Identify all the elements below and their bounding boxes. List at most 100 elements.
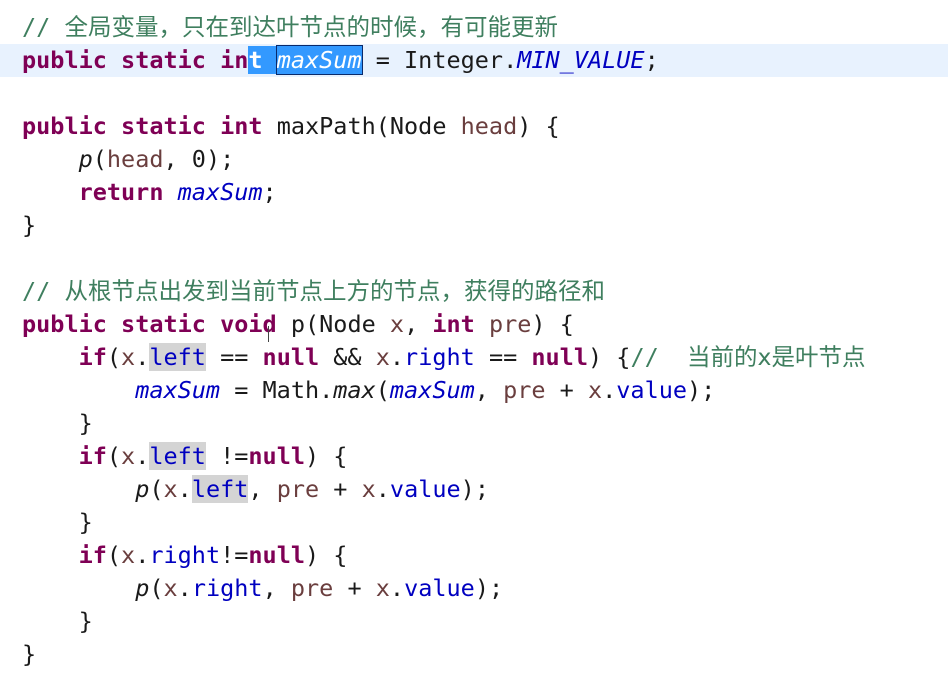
code-line-18: p(x.right, pre + x.value); — [135, 574, 504, 602]
param-x: x — [587, 376, 603, 404]
param-x: x — [121, 541, 136, 569]
code-line-17: if(x.right!=null) { — [78, 541, 348, 569]
field-right: right — [404, 343, 475, 371]
code-text: + — [319, 475, 362, 503]
code-text: ( — [92, 145, 107, 173]
keyword-int: int — [220, 112, 263, 140]
code-line-11: if(x.left == null && x.right == null) {/… — [78, 343, 866, 371]
code-text: , — [248, 475, 277, 503]
field-left-occurrence: left — [191, 475, 249, 503]
code-text: ; — [644, 46, 659, 74]
field-left-occurrence: left — [149, 442, 206, 470]
code-text: ) { — [305, 442, 348, 470]
code-text: ) { — [531, 310, 574, 338]
code-line-4: public static int maxPath(Node head) { — [22, 110, 560, 143]
param-x: x — [361, 475, 376, 503]
code-line-5: p(head, 0); — [22, 143, 235, 176]
code-text: ( — [149, 574, 164, 602]
code-editor[interactable]: // 全局变量，只在到达叶节点的时候，有可能更新 public static i… — [0, 0, 948, 691]
code-text: ( — [375, 376, 390, 404]
keyword-null: null — [531, 343, 588, 371]
code-line-13: } — [22, 407, 93, 440]
code-line-9: // 从根节点出发到当前节点上方的节点，获得的路径和 — [22, 275, 605, 308]
code-line-12: maxSum = Math.max(maxSum, pre + x.value)… — [135, 376, 716, 404]
code-text: ); — [687, 376, 716, 404]
code-text: != — [220, 541, 249, 569]
code-text: ( — [106, 541, 122, 569]
keyword-int: in — [220, 46, 249, 74]
code-line-1: // 全局变量，只在到达叶节点的时候，有可能更新 — [22, 11, 558, 44]
field-value: value — [616, 376, 688, 404]
keyword-static: static — [121, 46, 206, 74]
keyword-void: voi — [220, 310, 263, 338]
code-text: ); — [460, 475, 489, 503]
code-text: == — [474, 343, 532, 371]
code-text: != — [205, 442, 249, 470]
code-text: ; — [262, 178, 277, 206]
code-text: } — [78, 607, 93, 635]
method-call-p: p — [78, 145, 93, 173]
param-x: x — [163, 475, 178, 503]
code-text: ( — [149, 475, 164, 503]
code-line-19: } — [22, 605, 93, 638]
method-call-p: p — [135, 475, 150, 503]
comment-text: 从根节点出发到当前节点上方的节点，获得的路径和 — [64, 277, 605, 305]
code-line-6: return maxSum; — [22, 176, 277, 209]
method-call-p: p — [135, 574, 150, 602]
comment-slashes: // — [630, 343, 659, 371]
code-text: } — [78, 508, 93, 536]
code-text: = Integer. — [361, 46, 518, 74]
code-text: + — [333, 574, 376, 602]
param-pre: pre — [276, 475, 320, 503]
method-signature: p(Node — [290, 310, 390, 338]
comment-text: 当前的x是叶节点 — [687, 343, 866, 371]
field-right: right — [149, 541, 221, 569]
keyword-public: public — [22, 310, 107, 338]
param-x: x — [121, 442, 136, 470]
mouse-ibeam-cursor — [268, 326, 269, 342]
keyword-int: int — [432, 310, 475, 338]
method-call-max: max — [333, 376, 376, 404]
keyword-null: null — [262, 343, 320, 371]
code-line-16: } — [22, 506, 93, 539]
keyword-if: if — [78, 343, 107, 371]
param-pre: pre — [290, 574, 334, 602]
comment-slashes: // — [22, 277, 51, 305]
param-x: x — [163, 574, 178, 602]
method-signature: maxPath(Node — [276, 112, 461, 140]
static-field-maxsum: maxSum — [135, 376, 221, 404]
keyword-static: static — [121, 112, 206, 140]
field-left-occurrence: left — [149, 343, 206, 371]
code-line-10: public static void p(Node x, int pre) { — [22, 308, 574, 341]
keyword-if: if — [78, 541, 107, 569]
field-value: value — [389, 475, 461, 503]
param-x: x — [389, 310, 405, 338]
code-text: = Math. — [220, 376, 334, 404]
code-line-14: if(x.left !=null) { — [78, 442, 348, 470]
code-text: ) { — [517, 112, 560, 140]
param-pre: pre — [503, 376, 546, 404]
code-text: && — [319, 343, 376, 371]
code-line-15: p(x.left, pre + x.value); — [135, 475, 489, 503]
keyword-return: return — [78, 178, 164, 206]
param-pre: pre — [488, 310, 532, 338]
code-text: == — [205, 343, 263, 371]
code-line-7: } — [22, 209, 36, 242]
param-head: head — [106, 145, 164, 173]
code-text: } — [78, 409, 93, 437]
code-text: , 0); — [163, 145, 235, 173]
code-line-20: } — [22, 638, 36, 671]
code-text: } — [22, 640, 37, 668]
param-head: head — [460, 112, 518, 140]
keyword-if: if — [78, 442, 107, 470]
keyword-null: null — [248, 541, 305, 569]
code-line-2: public static int maxSum = Integer.MIN_V… — [22, 44, 659, 77]
param-x: x — [375, 574, 390, 602]
static-field-min-value: MIN_VALUE — [517, 46, 645, 74]
code-text: ( — [106, 343, 122, 371]
keyword-null: null — [248, 442, 305, 470]
code-text: ) { — [305, 541, 348, 569]
keyword-void: d — [262, 310, 277, 338]
code-text: ); — [474, 574, 504, 602]
keyword-public: public — [22, 112, 107, 140]
